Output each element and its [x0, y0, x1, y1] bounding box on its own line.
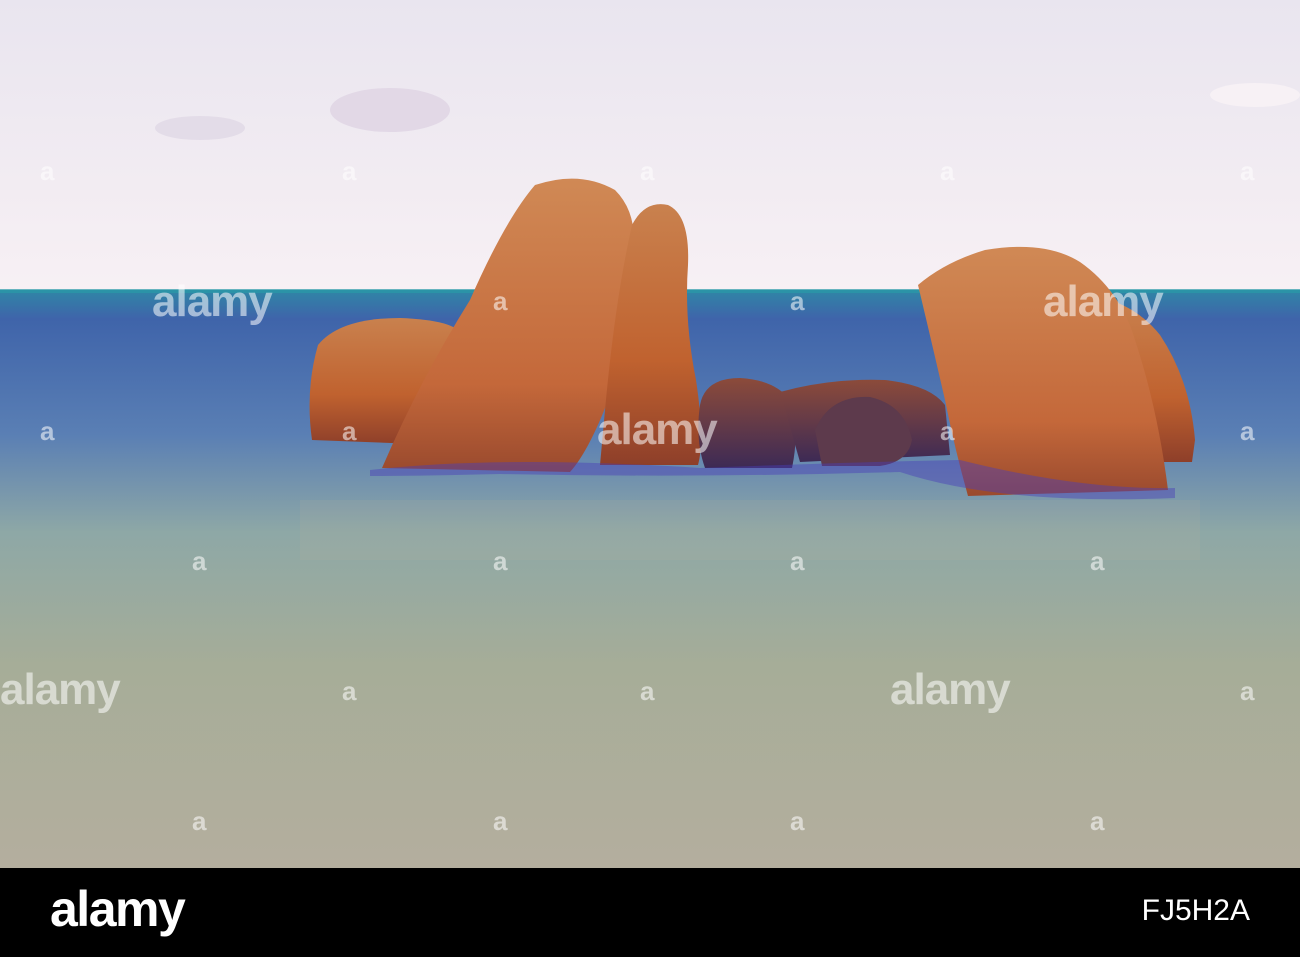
watermark-mark: a — [493, 806, 508, 836]
footer-bar: alamy FJ5H2A — [0, 868, 1300, 957]
watermark-mark: a — [1240, 156, 1255, 186]
watermark-logo: alamy — [0, 665, 121, 714]
watermark-mark: a — [790, 286, 805, 316]
photo-rocks-in-sea: alamy alamy alamy alamy alamy a a a a a … — [0, 0, 1300, 868]
image-id: FJ5H2A — [1141, 894, 1250, 927]
watermark-mark: a — [342, 156, 357, 186]
reflection — [300, 500, 1200, 560]
watermark-mark: a — [640, 156, 655, 186]
watermark-logo: alamy — [1043, 277, 1164, 326]
watermark-logo: alamy — [597, 405, 718, 454]
cloud — [1210, 83, 1300, 107]
watermark-mark: a — [1090, 806, 1105, 836]
watermark-logo: alamy — [890, 665, 1011, 714]
watermark-mark: a — [40, 156, 55, 186]
watermark-mark: a — [1090, 546, 1105, 576]
watermark-mark: a — [940, 416, 955, 446]
alamy-logo: alamy — [50, 881, 186, 937]
watermark-mark: a — [940, 156, 955, 186]
watermark-mark: a — [790, 546, 805, 576]
watermark-mark: a — [40, 416, 55, 446]
cloud — [330, 88, 450, 132]
watermark-mark: a — [790, 806, 805, 836]
stock-photo-page: alamy alamy alamy alamy alamy a a a a a … — [0, 0, 1300, 957]
watermark-mark: a — [640, 676, 655, 706]
watermark-mark: a — [493, 286, 508, 316]
watermark-logo: alamy — [152, 277, 273, 326]
watermark-mark: a — [342, 676, 357, 706]
watermark-mark: a — [493, 546, 508, 576]
watermark-mark: a — [1240, 676, 1255, 706]
watermark-mark: a — [192, 806, 207, 836]
watermark-mark: a — [192, 546, 207, 576]
cloud — [155, 116, 245, 140]
watermark-mark: a — [1240, 416, 1255, 446]
watermark-mark: a — [342, 416, 357, 446]
